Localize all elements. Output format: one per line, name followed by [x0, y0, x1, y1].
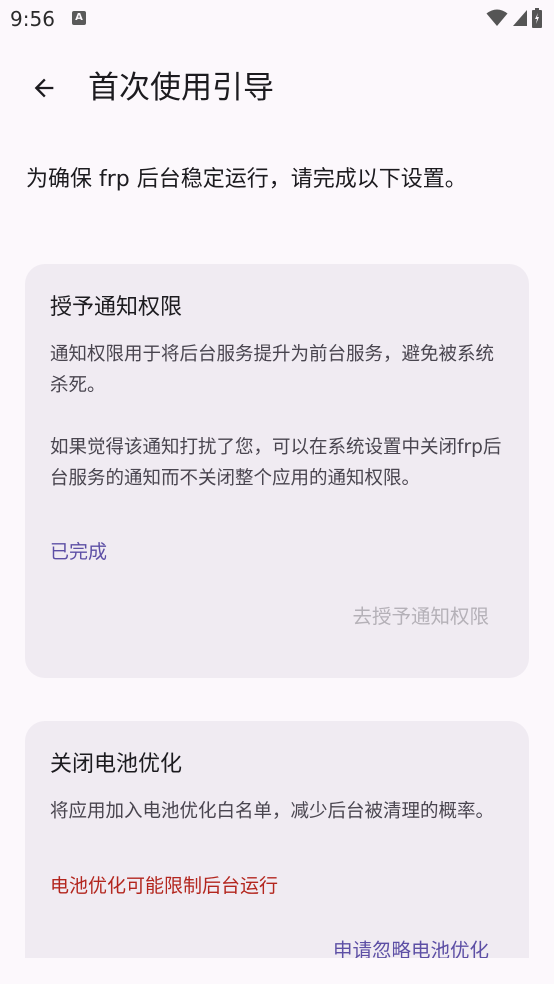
grant-notification-permission-button[interactable]: 去授予通知权限 [352, 602, 489, 632]
notification-permission-card: 授予通知权限 通知权限用于将后台服务提升为前台服务，避免被系统杀死。 如果觉得该… [25, 264, 529, 678]
card-title: 授予通知权限 [50, 295, 183, 320]
wifi-icon [486, 9, 508, 26]
card-body-paragraph: 通知权限用于将后台服务提升为前台服务，避免被系统杀死。 [50, 344, 495, 396]
intro-text: 为确保 frp 后台稳定运行，请完成以下设置。 [26, 167, 467, 192]
status-bar: 9:56 A [0, 0, 554, 40]
signal-icon [513, 10, 527, 26]
page-title: 首次使用引导 [88, 70, 274, 106]
status-time: 9:56 [10, 7, 55, 31]
notification-a-icon: A [72, 11, 86, 25]
card-body: 将应用加入电池优化白名单，减少后台被清理的概率。 [50, 796, 505, 827]
status-warning: 电池优化可能限制后台运行 [50, 875, 279, 897]
battery-icon [532, 8, 542, 28]
screen-bottom-edge [0, 958, 554, 984]
status-indicators [486, 8, 542, 28]
card-body: 通知权限用于将后台服务提升为前台服务，避免被系统杀死。 如果觉得该通知打扰了您，… [50, 339, 505, 494]
card-body-paragraph: 将应用加入电池优化白名单，减少后台被清理的概率。 [50, 801, 495, 822]
status-completed: 已完成 [50, 541, 108, 563]
back-button[interactable] [22, 66, 66, 110]
card-title: 关闭电池优化 [50, 752, 183, 777]
battery-optimization-card: 关闭电池优化 将应用加入电池优化白名单，减少后台被清理的概率。 电池优化可能限制… [25, 721, 529, 984]
arrow-back-icon [34, 78, 54, 98]
screen: 9:56 A 首次使用引导 为确保 frp 后台稳定运行，请完成以下设置。 授予… [0, 0, 554, 984]
top-app-bar: 首次使用引导 [0, 60, 554, 116]
card-body-paragraph: 如果觉得该通知打扰了您，可以在系统设置中关闭frp后台服务的通知而不关闭整个应用… [50, 437, 502, 489]
